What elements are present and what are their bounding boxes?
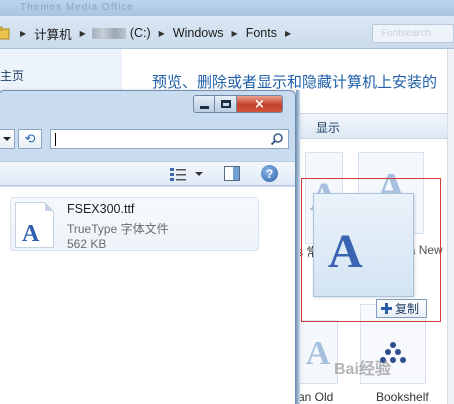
minimize-icon: [199, 106, 209, 109]
dragged-font-ghost[interactable]: A: [313, 193, 414, 297]
font-tile-label-old[interactable]: an Old: [298, 390, 333, 404]
breadcrumb-fonts[interactable]: Fonts: [244, 26, 279, 40]
vertical-scrollbar[interactable]: [447, 49, 454, 404]
blurred-drive-name: [91, 27, 126, 39]
minimize-button[interactable]: [193, 95, 215, 113]
breadcrumb-drive[interactable]: (C:): [128, 26, 153, 40]
title-strip-text: Themes Media Office: [20, 2, 134, 13]
show-button[interactable]: 显示: [316, 119, 340, 136]
breadcrumb-separator-icon[interactable]: ▶: [279, 29, 297, 38]
chevron-down-icon: [2, 137, 11, 141]
nav-item-home[interactable]: 主页: [0, 67, 24, 84]
window-toolbar: ?: [0, 161, 295, 186]
breadcrumb-separator-icon[interactable]: ▶: [14, 29, 32, 38]
file-list-pane: A FSEX300.ttf TrueType 字体文件 562 KB: [0, 187, 295, 404]
change-view-icon[interactable]: [170, 167, 186, 181]
file-item[interactable]: A FSEX300.ttf TrueType 字体文件 562 KB: [10, 197, 259, 251]
font-file-icon: A: [15, 202, 54, 248]
close-button[interactable]: ×: [237, 95, 283, 113]
close-icon: ×: [254, 96, 265, 112]
view-dropdown-chevron-icon[interactable]: [195, 172, 203, 176]
preview-pane-icon[interactable]: [224, 166, 240, 181]
font-tile-label-bookshelf[interactable]: Bookshelf: [376, 390, 429, 404]
plus-icon: [381, 303, 392, 314]
search-icon[interactable]: [270, 132, 284, 146]
help-icon[interactable]: ?: [261, 165, 278, 182]
copy-drag-badge: 复制: [376, 299, 427, 318]
window-edge-shadow: [296, 90, 300, 404]
navigation-row: ⟲: [0, 127, 295, 151]
window-caption-buttons: ×: [193, 95, 283, 113]
font-preview-icon: A: [328, 225, 363, 278]
breadcrumb-separator-icon[interactable]: ▶: [153, 29, 171, 38]
background-search-placeholder: Fontsearch: [381, 28, 432, 39]
file-name: FSEX300.ttf: [67, 202, 135, 216]
maximize-icon: [220, 100, 231, 108]
maximize-button[interactable]: [215, 95, 237, 113]
breadcrumb[interactable]: ▶ 计算机 ▶ (C:) ▶ Windows ▶ Fonts ▶: [0, 23, 297, 43]
folder-icon: [0, 26, 10, 40]
file-size: 562 KB: [67, 237, 107, 251]
source-folder-window: × ⟲ ? A FSEX300.ttf TrueType 字体文件 562 KB: [0, 90, 296, 404]
breadcrumb-separator-icon[interactable]: ▶: [226, 29, 244, 38]
file-type: TrueType 字体文件: [67, 222, 169, 236]
refresh-icon: ⟲: [24, 131, 36, 147]
font-letter-icon: A: [22, 221, 40, 247]
refresh-button[interactable]: ⟲: [18, 129, 42, 149]
page-title: 预览、删除或者显示和隐藏计算机上安装的: [152, 74, 438, 91]
font-tile-thumbnail[interactable]: A: [298, 320, 338, 384]
copy-label: 复制: [395, 302, 420, 316]
font-preview-icon: A: [305, 335, 331, 372]
address-bar[interactable]: ▶ 计算机 ▶ (C:) ▶ Windows ▶ Fonts ▶ Fontsea…: [0, 16, 454, 49]
background-title-strip: Themes Media Office: [0, 0, 454, 16]
watermark-logo: Bai经验: [334, 361, 391, 378]
breadcrumb-windows[interactable]: Windows: [171, 26, 226, 40]
text-caret: [55, 133, 56, 146]
address-dropdown-button[interactable]: [0, 129, 15, 149]
command-bar: 显示: [298, 113, 454, 139]
background-search-field[interactable]: Fontsearch: [372, 24, 454, 43]
breadcrumb-computer[interactable]: 计算机: [32, 24, 74, 43]
left-navigation-pane: 主页: [0, 49, 122, 93]
breadcrumb-separator-icon[interactable]: ▶: [74, 29, 92, 38]
search-input[interactable]: [50, 129, 289, 149]
